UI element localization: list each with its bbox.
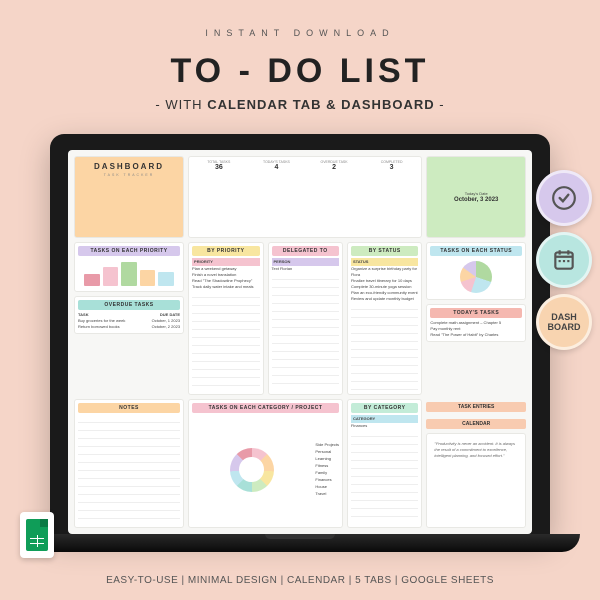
dashboard-subtitle: TASK TRACKER [78,173,180,177]
stat-completed: COMPLETED3 [365,160,419,234]
today-date-panel: Today's Date October, 3 2023 [426,156,526,238]
product-subtitle: - WITH CALENDAR TAB & DASHBOARD - [155,97,444,112]
priority-chart-title: TASKS ON EACH PRIORITY [78,246,180,256]
right-col-row2: TASKS ON EACH STATUS TODAY'S TASKS Compl… [426,242,526,396]
by-status-panel: BY STATUS STATUS Organize a surprise bir… [347,242,422,396]
checkmark-badge [536,170,592,226]
eyebrow-text: INSTANT DOWNLOAD [205,28,394,38]
laptop-base [20,534,580,552]
quote-panel: "Productivity is never an accident. It i… [426,433,526,528]
legend: Side Projects Personal Learning Fitness … [315,442,339,497]
bar [140,270,156,286]
google-sheets-icon [20,512,54,558]
laptop-bezel: DASHBOARD TASK TRACKER TOTAL TASKS36 TOD… [50,134,550,534]
calendar-badge [536,232,592,288]
stat-today: TODAY'S TASKS4 [250,160,304,234]
stats-row: TOTAL TASKS36 TODAY'S TASKS4 OVERDUE TAS… [188,156,422,238]
bar [103,267,119,285]
notes-panel: NOTES [74,399,184,528]
donut-chart-category [230,448,274,492]
product-title: TO - DO LIST [171,52,430,91]
dashboard-badge: DASH BOARD [536,294,592,350]
product-card: INSTANT DOWNLOAD TO - DO LIST - WITH CAL… [0,0,600,600]
by-priority-panel: BY PRIORITY PRIORITY Plan a weekend geta… [188,242,263,396]
dashboard-title: DASHBOARD [78,160,180,173]
footer-features: EASY-TO-USE | MINIMAL DESIGN | CALENDAR … [0,575,600,586]
dashboard-screen: DASHBOARD TASK TRACKER TOTAL TASKS36 TOD… [68,150,532,534]
dashboard-header-panel: DASHBOARD TASK TRACKER [74,156,184,238]
category-chart-panel: TASKS ON EACH CATEGORY / PROJECT Side Pr… [188,399,343,528]
left-col-row2: TASKS ON EACH PRIORITY OVERDUE TASKS TAS… [74,242,184,396]
delegated-panel: DELEGATED TO PERSON Text Florian [268,242,343,396]
priority-chart-panel: TASKS ON EACH PRIORITY [74,242,184,292]
task-entries-button[interactable]: TASK ENTRIES [426,402,526,412]
check-circle-icon [551,185,577,211]
bar-chart [78,258,180,288]
feature-badges: DASH BOARD [536,170,592,350]
pie-chart-status [460,261,492,293]
todays-tasks-panel: TODAY'S TASKS Complete math assignment –… [426,304,526,342]
overdue-panel: OVERDUE TASKS TASKDUE DATE Buy groceries… [74,296,184,334]
bar [158,272,174,286]
calendar-icon [551,247,577,273]
calendar-button[interactable]: CALENDAR [426,419,526,429]
laptop-mockup: DASHBOARD TASK TRACKER TOTAL TASKS36 TOD… [20,134,580,552]
stat-overdue: OVERDUE TASK2 [307,160,361,234]
stat-total: TOTAL TASKS36 [192,160,246,234]
bar [121,262,137,285]
today-date-value: October, 3 2023 [430,197,522,203]
bar [84,274,100,286]
right-col-row3: TASK ENTRIES CALENDAR "Productivity is n… [426,399,526,528]
by-category-panel: BY CATEGORY CATEGORY Finances [347,399,422,528]
status-chart-panel: TASKS ON EACH STATUS [426,242,526,300]
